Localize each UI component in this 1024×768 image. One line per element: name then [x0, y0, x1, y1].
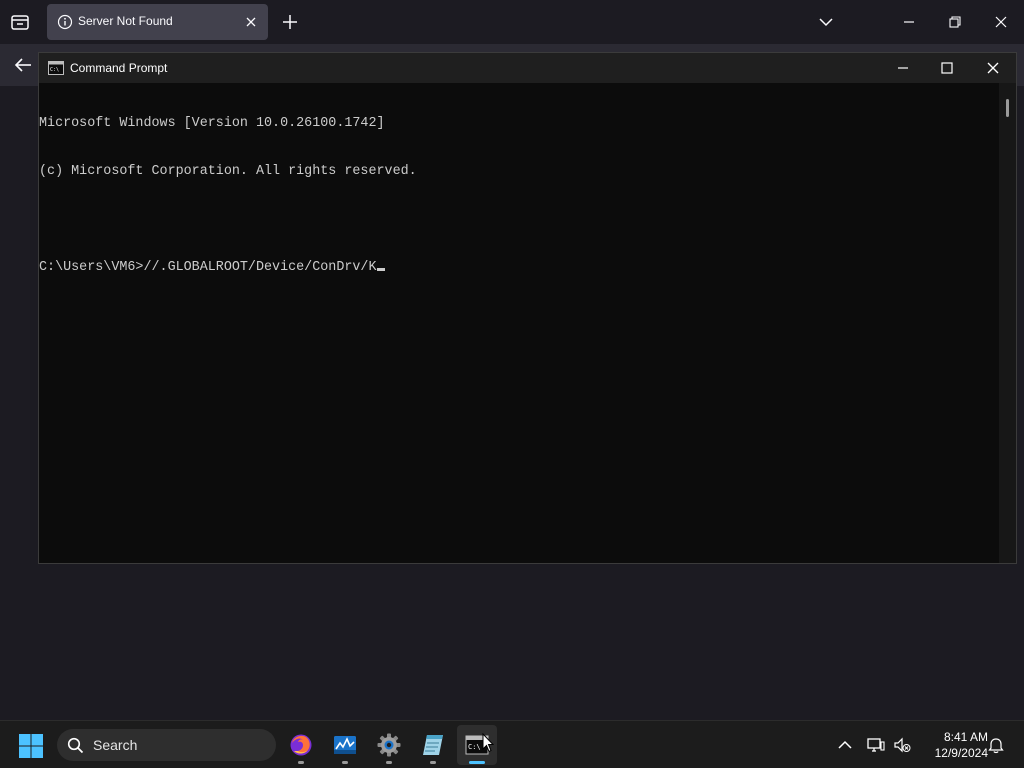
- chevron-up-icon[interactable]: [836, 736, 854, 754]
- console-line: Microsoft Windows [Version 10.0.26100.17…: [39, 116, 385, 131]
- console-line: (c) Microsoft Corporation. All rights re…: [39, 164, 417, 179]
- running-indicator: [386, 761, 392, 764]
- vertical-scrollbar[interactable]: [999, 83, 1016, 563]
- console-output[interactable]: Microsoft Windows [Version 10.0.26100.17…: [39, 83, 999, 563]
- firefox-icon: [290, 734, 312, 756]
- clock-time: 8:41 AM: [943, 730, 988, 744]
- clock-date: 12/9/2024: [934, 746, 988, 760]
- info-icon: [57, 14, 73, 30]
- task-manager-icon: [334, 736, 356, 754]
- taskbar-app-notepad[interactable]: [413, 725, 453, 765]
- taskbar-app-firefox[interactable]: [281, 725, 321, 765]
- active-indicator: [469, 761, 485, 764]
- settings-icon: [377, 733, 401, 757]
- new-tab-icon[interactable]: [280, 12, 300, 32]
- search-label: Search: [93, 737, 138, 753]
- command-prompt-icon: C:\: [48, 61, 64, 75]
- volume-muted-icon[interactable]: [893, 736, 911, 754]
- maximize-icon[interactable]: [937, 58, 957, 78]
- taskbar: Search C:\ 8:41 AM 12/9/2024: [0, 720, 1024, 768]
- svg-text:C:\: C:\: [468, 743, 481, 751]
- scrollbar-thumb[interactable]: [1006, 99, 1009, 117]
- back-arrow-icon[interactable]: [12, 55, 34, 75]
- mouse-pointer-icon: [482, 733, 494, 753]
- notepad-icon: [423, 735, 443, 755]
- cmd-window-title: Command Prompt: [70, 61, 168, 75]
- console-command-text: C:\Users\VM6>//.GLOBALROOT/Device/ConDrv…: [39, 260, 377, 275]
- search-icon: [67, 737, 84, 754]
- windows-start-icon[interactable]: [18, 733, 44, 759]
- svg-text:C:\: C:\: [50, 67, 59, 73]
- taskbar-app-task-manager[interactable]: [325, 725, 365, 765]
- chevron-down-icon[interactable]: [816, 12, 836, 32]
- running-indicator: [298, 761, 304, 764]
- minimize-icon[interactable]: [893, 58, 913, 78]
- cmd-title-bar[interactable]: C:\ Command Prompt: [39, 53, 1016, 83]
- console-prompt-line[interactable]: C:\Users\VM6>//.GLOBALROOT/Device/ConDrv…: [39, 260, 999, 276]
- tab-list-icon[interactable]: [9, 11, 31, 33]
- minimize-icon[interactable]: [899, 12, 919, 32]
- tab-title: Server Not Found: [78, 14, 173, 28]
- restore-icon[interactable]: [945, 12, 965, 32]
- taskbar-app-settings[interactable]: [369, 725, 409, 765]
- running-indicator: [430, 761, 436, 764]
- close-icon[interactable]: [991, 12, 1011, 32]
- browser-tab-bar: Server Not Found: [0, 0, 1024, 44]
- network-icon[interactable]: [867, 736, 885, 754]
- text-cursor: [376, 268, 385, 271]
- tab-server-not-found[interactable]: Server Not Found: [47, 4, 268, 40]
- taskbar-search-box[interactable]: Search: [57, 729, 276, 761]
- command-prompt-window: C:\ Command Prompt Microsoft Windows [Ve…: [38, 52, 1017, 564]
- running-indicator: [342, 761, 348, 764]
- close-icon[interactable]: [983, 58, 1003, 78]
- system-clock[interactable]: 8:41 AM 12/9/2024: [918, 729, 988, 761]
- close-tab-icon[interactable]: [243, 14, 259, 30]
- notification-bell-icon[interactable]: [987, 736, 1005, 754]
